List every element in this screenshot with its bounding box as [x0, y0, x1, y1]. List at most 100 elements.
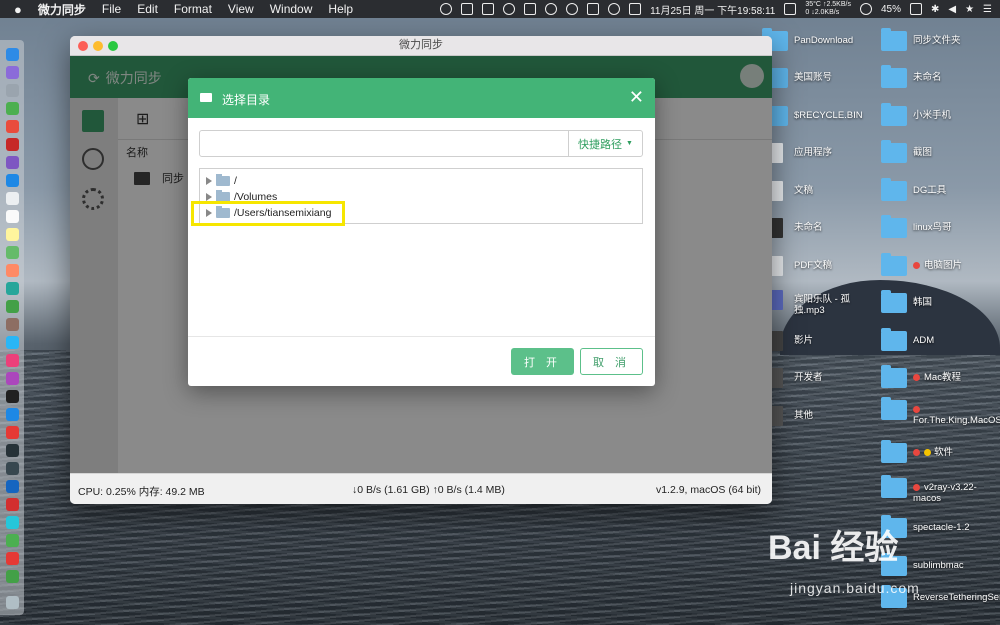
menu-help[interactable]: Help — [328, 2, 353, 16]
photos-icon[interactable] — [6, 264, 19, 277]
wifi-icon[interactable] — [859, 3, 872, 15]
baidu-watermark-url: jingyan.baidu.com — [790, 580, 920, 596]
facetime-icon[interactable] — [6, 300, 19, 313]
zoom-window-icon[interactable] — [108, 41, 118, 51]
activity-monitor-icon[interactable] — [6, 462, 19, 475]
menu-edit[interactable]: Edit — [137, 2, 158, 16]
menu-list-icon[interactable]: ☰ — [983, 4, 992, 15]
preview-icon[interactable] — [6, 318, 19, 331]
cpu-memory-status: CPU: 0.25% 内存: 49.2 MB — [78, 486, 205, 498]
maps-icon[interactable] — [6, 246, 19, 259]
wechat-icon[interactable] — [566, 3, 579, 15]
calendar-icon[interactable] — [629, 3, 642, 15]
desktop-item[interactable]: 同步文件夹 — [881, 28, 961, 51]
app-menu-icon[interactable] — [784, 3, 797, 15]
finder-icon[interactable] — [6, 48, 19, 61]
datetime-text[interactable]: 11月25日 周一 下午19:58:11 — [650, 2, 775, 17]
yandex-icon[interactable] — [6, 498, 19, 511]
desktop-item-label: spectacle-1.2 — [913, 522, 970, 533]
utils-icon[interactable] — [6, 480, 19, 493]
expand-arrow-icon[interactable] — [206, 193, 212, 201]
menu-view[interactable]: View — [228, 2, 254, 16]
desktop-item[interactable]: 截图 — [881, 140, 932, 163]
menu-file[interactable]: File — [102, 2, 121, 16]
baidu-watermark: Bai 经验 — [768, 529, 899, 567]
desktop-item[interactable]: 软件 — [881, 440, 953, 463]
open-button[interactable]: 打 开 — [511, 348, 574, 375]
netease-icon[interactable] — [6, 552, 19, 565]
desktop-item[interactable]: ADM — [881, 328, 934, 351]
chrome-icon[interactable] — [6, 120, 19, 133]
apple-icon[interactable]: ● — [14, 2, 22, 17]
podcasts-icon[interactable] — [6, 372, 19, 385]
globe-icon[interactable] — [545, 3, 558, 15]
desktop-item[interactable]: 美国账号 — [762, 65, 832, 88]
s-app-icon[interactable] — [524, 3, 537, 15]
desktop-item[interactable]: 小米手机 — [881, 103, 951, 126]
sync-app-dock-icon[interactable] — [6, 516, 19, 529]
desktop-item[interactable]: v2ray-v3.22-macos — [881, 475, 991, 504]
path-input[interactable] — [200, 131, 568, 156]
desktop-item[interactable]: PDF文稿 — [762, 256, 832, 276]
desktop-item-label: ReverseTetheringServer_1.2.0 — [913, 592, 1000, 603]
desktop-item[interactable]: 韩国 — [881, 290, 932, 313]
expand-arrow-icon[interactable] — [206, 177, 212, 185]
music-icon[interactable] — [6, 354, 19, 367]
star-icon[interactable]: ★ — [965, 4, 974, 15]
menu-window[interactable]: Window — [270, 2, 313, 16]
close-window-icon[interactable] — [78, 41, 88, 51]
qq-icon[interactable] — [503, 3, 516, 15]
minimize-window-icon[interactable] — [93, 41, 103, 51]
safari-icon[interactable] — [6, 174, 19, 187]
app-store-icon[interactable] — [6, 408, 19, 421]
message-icon[interactable] — [587, 3, 600, 15]
battery-text[interactable]: 45% — [881, 4, 901, 15]
apple-tv-icon[interactable] — [6, 390, 19, 403]
volume-icon[interactable]: ◀ — [948, 4, 956, 15]
wechat-dock-icon[interactable] — [6, 534, 19, 547]
battery-icon[interactable] — [909, 3, 922, 15]
launchpad-icon[interactable] — [6, 66, 19, 79]
android-icon[interactable] — [6, 102, 19, 115]
dialog-title: 选择目录 — [222, 93, 271, 107]
status-bar: CPU: 0.25% 内存: 49.2 MB ↓0 B/s (1.61 GB) … — [70, 473, 772, 504]
download-icon[interactable] — [461, 3, 474, 15]
tree-node-root[interactable]: / — [206, 174, 237, 188]
close-icon[interactable]: ✕ — [629, 87, 644, 107]
desktop-item[interactable]: 未命名 — [881, 65, 942, 88]
messages-icon[interactable] — [6, 282, 19, 295]
desktop-item[interactable]: linux鸟哥 — [881, 215, 952, 238]
desktop-item[interactable]: For.The.King.MacOS...iVATED — [881, 397, 1000, 426]
red-tag-icon — [913, 483, 920, 491]
cancel-button[interactable]: 取 消 — [580, 348, 643, 375]
desktop-item[interactable]: PanDownload — [762, 28, 853, 51]
rocket-icon[interactable] — [6, 84, 19, 97]
desktop-item[interactable]: 应用程序 — [762, 143, 832, 163]
sync-status-icon[interactable] — [482, 3, 495, 15]
mail-icon[interactable] — [6, 192, 19, 205]
vivaldi-icon[interactable] — [6, 426, 19, 439]
trash-icon[interactable] — [6, 596, 19, 609]
green-app-icon[interactable] — [6, 570, 19, 583]
purple-app-icon[interactable] — [6, 156, 19, 169]
keynote-icon[interactable] — [6, 336, 19, 349]
window-titlebar: 微力同步 — [70, 36, 772, 56]
bluetooth-icon[interactable]: ✱ — [931, 4, 939, 15]
quick-path-button[interactable]: 快捷路径 ▼ — [568, 131, 642, 156]
speed-icon[interactable] — [608, 3, 621, 15]
menu-format[interactable]: Format — [174, 2, 212, 16]
terminal-icon[interactable] — [6, 444, 19, 457]
red-app-icon[interactable] — [6, 138, 19, 151]
desktop-item-text: Mac教程 — [924, 372, 961, 383]
calendar-dock-icon[interactable] — [6, 210, 19, 223]
desktop-item[interactable]: Mac教程 — [881, 365, 961, 388]
desktop-item[interactable]: $RECYCLE.BIN — [762, 103, 863, 126]
desktop-item[interactable]: DG工具 — [881, 178, 946, 201]
desktop-item[interactable]: 宾阳乐队 - 孤独.mp3 — [762, 290, 872, 316]
dock — [0, 40, 24, 615]
desktop-item[interactable]: 电脑图片 — [881, 253, 962, 276]
menubar-app-name[interactable]: 微力同步 — [38, 1, 86, 18]
select-directory-dialog: 选择目录 ✕ 快捷路径 ▼ / /Volumes /Users/tiansemi… — [188, 78, 655, 386]
notes-icon[interactable] — [6, 228, 19, 241]
status-app-icon[interactable] — [440, 3, 453, 15]
